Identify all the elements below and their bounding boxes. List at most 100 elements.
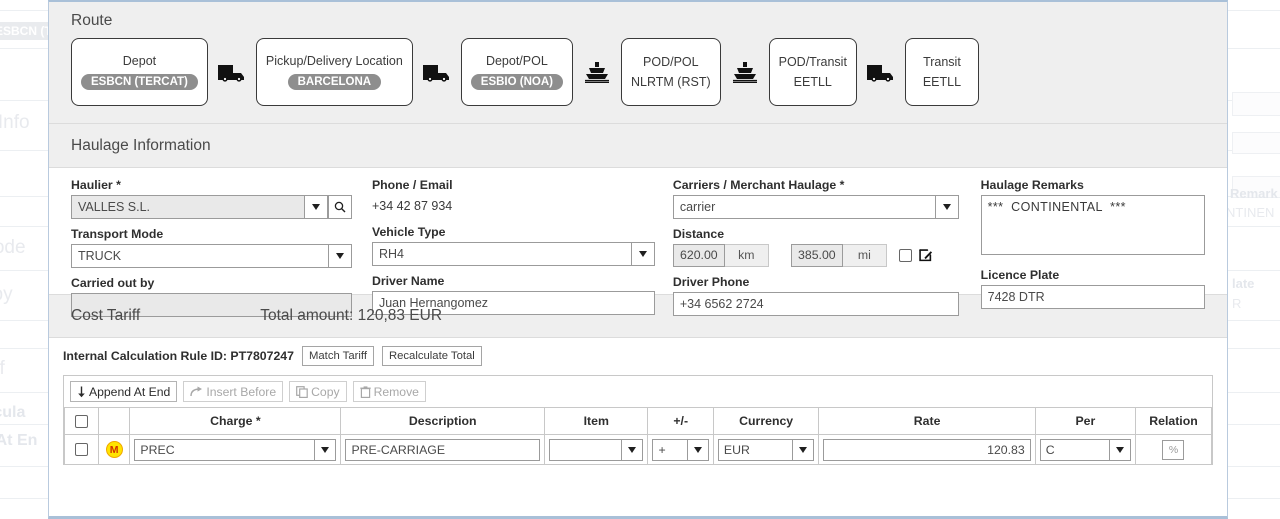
route-stop-2[interactable]: Pickup/Delivery LocationBARCELONA	[256, 38, 413, 106]
route-stop-code: EETLL	[923, 75, 961, 89]
grid-toolbar: Append At EndInsert BeforeCopyRemove	[64, 376, 1212, 407]
route-stop-chip: ESBIO (NOA)	[471, 74, 563, 90]
chevron-down-icon	[336, 253, 344, 259]
charge-dropdown-button[interactable]	[314, 439, 336, 461]
arrow-curve-icon	[190, 386, 203, 398]
item-input[interactable]	[549, 439, 621, 461]
chevron-down-icon	[639, 251, 647, 257]
transport-mode-label: Transport Mode	[71, 227, 352, 241]
append-at-end-button[interactable]: Append At End	[70, 381, 177, 402]
currency-input[interactable]	[718, 439, 793, 461]
ship-icon	[721, 61, 769, 83]
transport-mode-dropdown-button[interactable]	[328, 244, 352, 268]
remove-button: Remove	[353, 381, 426, 402]
route-stop-3[interactable]: Depot/POL ESBIO (NOA)	[461, 38, 573, 106]
truck-icon	[422, 62, 452, 82]
haulier-dropdown-button[interactable]	[304, 195, 328, 219]
licence-plate-label: Licence Plate	[981, 268, 1205, 282]
route-stop-chip: ESBCN (TERCAT)	[81, 74, 198, 90]
distance-km-value[interactable]: 620.00	[673, 244, 725, 267]
field-vehicle-type: Vehicle Type	[372, 225, 655, 266]
insert-before-button: Insert Before	[183, 381, 283, 402]
field-carriers-merchant-haulage: Carriers / Merchant Haulage *	[673, 178, 959, 219]
route-stop-4[interactable]: POD/POLNLRTM (RST)	[621, 38, 721, 106]
arrow-down-icon	[77, 386, 86, 398]
column-header-label: +/-	[673, 414, 688, 428]
distance-mi-unit: mi	[843, 244, 887, 267]
distance-override-checkbox[interactable]	[899, 249, 912, 262]
plus-minus-input[interactable]	[652, 439, 686, 461]
table-header-row: Charge *DescriptionItem+/-CurrencyRatePe…	[65, 408, 1212, 435]
field-transport-mode: Transport Mode	[71, 227, 352, 268]
haulage-dialog: Route DepotESBCN (TERCAT)Pickup/Delivery…	[48, 0, 1228, 519]
table-row[interactable]: M%	[65, 435, 1212, 465]
charge-input[interactable]	[134, 439, 314, 461]
distance-edit-button[interactable]	[918, 248, 933, 263]
column-header-relation: Relation	[1135, 408, 1211, 435]
licence-plate-input[interactable]	[981, 285, 1205, 309]
arrow-down-icon	[77, 386, 86, 398]
select-all-checkbox[interactable]	[75, 415, 88, 428]
match-tariff-button[interactable]: Match Tariff	[302, 346, 374, 366]
background-text: NTINEN	[1226, 205, 1274, 220]
truck-icon	[866, 62, 896, 82]
haulier-search-button[interactable]	[328, 195, 352, 219]
currency-dropdown-button[interactable]	[792, 439, 814, 461]
select-all-header	[65, 408, 99, 435]
route-stop-code: NLRTM (RST)	[631, 75, 711, 89]
route-stop-name: Depot/POL	[486, 54, 548, 68]
driver-name-label: Driver Name	[372, 274, 655, 288]
chevron-down-icon	[1116, 447, 1124, 453]
haulier-input[interactable]	[71, 195, 304, 219]
relation-percent-button[interactable]: %	[1162, 440, 1184, 460]
phone-email-value: +34 42 87 934	[372, 195, 655, 217]
arrow-curve-icon	[190, 386, 203, 398]
distance-mi-value[interactable]: 385.00	[791, 244, 843, 267]
column-header-rate: Rate	[819, 408, 1035, 435]
route-stop-name: Depot	[123, 54, 156, 68]
route-stop-5[interactable]: POD/TransitEETLL	[769, 38, 857, 106]
edit-icon	[918, 248, 933, 263]
haulage-remarks-label: Haulage Remarks	[981, 178, 1205, 192]
per-cell	[1035, 435, 1135, 465]
field-licence-plate: Licence Plate	[981, 268, 1205, 309]
ship-icon	[732, 61, 758, 83]
vehicle-type-dropdown-button[interactable]	[631, 242, 655, 266]
description-cell	[341, 435, 545, 465]
row-badge-cell: M	[98, 435, 130, 465]
transport-mode-input[interactable]	[71, 244, 328, 268]
search-icon	[334, 201, 346, 213]
carriers-merchant-input[interactable]	[673, 195, 935, 219]
recalculate-total-button[interactable]: Recalculate Total	[382, 346, 482, 366]
carried-out-by-label: Carried out by	[71, 276, 352, 290]
per-dropdown-button[interactable]	[1109, 439, 1131, 461]
row-checkbox[interactable]	[75, 443, 88, 456]
background-text: riff	[0, 358, 5, 380]
route-stop-1[interactable]: Depot ESBCN (TERCAT)	[71, 38, 208, 106]
plus-minus-dropdown-button[interactable]	[687, 439, 709, 461]
rate-cell	[819, 435, 1035, 465]
rate-input[interactable]	[823, 439, 1030, 461]
column-header-label: Charge *	[210, 414, 261, 428]
column-header-item: Item	[545, 408, 648, 435]
description-input[interactable]	[345, 439, 540, 461]
plus-minus-cell	[648, 435, 713, 465]
per-input[interactable]	[1040, 439, 1109, 461]
haulage-remarks-textarea[interactable]: *** CONTINENTAL ***	[981, 195, 1205, 255]
background-text: R	[1232, 296, 1241, 311]
button-label: Append At End	[89, 383, 170, 401]
route-stop-chip: BARCELONA	[288, 74, 381, 90]
driver-phone-label: Driver Phone	[673, 275, 959, 289]
chevron-down-icon	[628, 447, 636, 453]
route-stop-6[interactable]: TransitEETLL	[905, 38, 979, 106]
driver-phone-input[interactable]	[673, 292, 959, 316]
chevron-down-icon	[943, 204, 951, 210]
vehicle-type-input[interactable]	[372, 242, 631, 266]
charges-grid: Append At EndInsert BeforeCopyRemove Cha…	[63, 375, 1213, 465]
carriers-merchant-dropdown-button[interactable]	[935, 195, 959, 219]
button-label: Remove	[374, 383, 419, 401]
distance-label: Distance	[673, 227, 959, 241]
route-stop-code: EETLL	[794, 75, 832, 89]
calculation-rule-id: Internal Calculation Rule ID: PT7807247	[63, 349, 294, 363]
item-dropdown-button[interactable]	[621, 439, 643, 461]
